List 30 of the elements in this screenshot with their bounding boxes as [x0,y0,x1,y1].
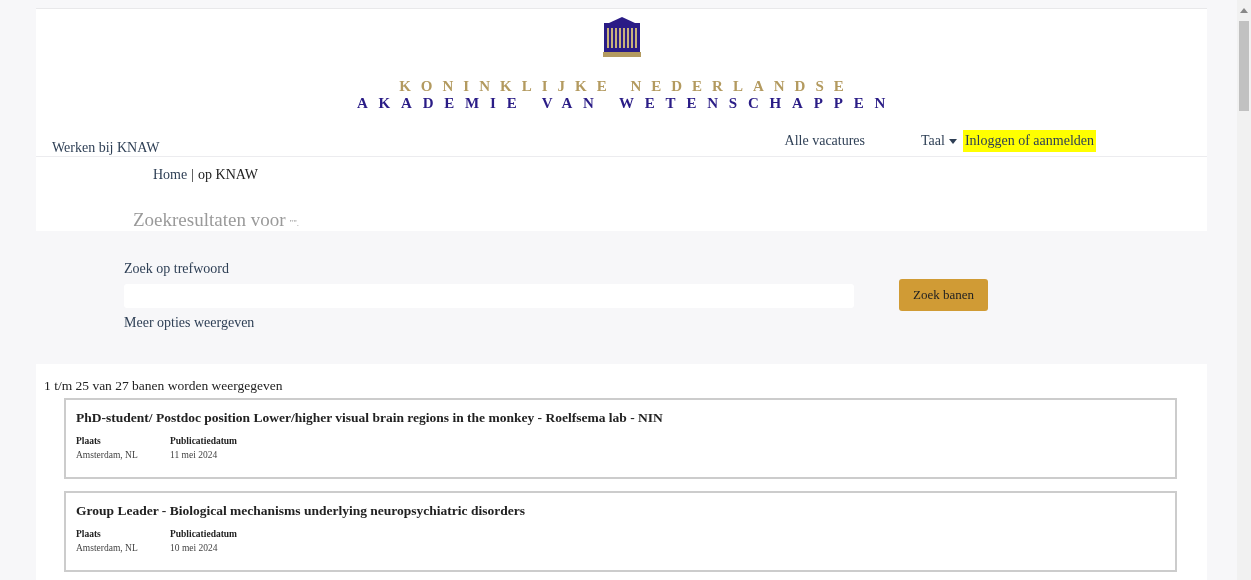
meta-label: Plaats [76,529,102,539]
results-count: 1 t/m 25 van 27 banen worden weergegeven [44,378,284,394]
job-card[interactable]: PhD-student/ Postdoc position Lower/higher visual brain regions in the monkey - Roelfsema lab - NIN Plaats Amsterdam, NL Publicatiedatum 11 mei 2024 [64,398,1177,479]
language-dropdown[interactable]: Taal [919,130,959,152]
scroll-up-icon[interactable] [1240,8,1248,13]
meta-label: Plaats [76,436,102,446]
field-label: Zoek op trefwoord [124,261,230,277]
job-date: 11 mei 2024 [170,450,219,460]
job-place: Amsterdam, NL [76,543,139,553]
building-logo-icon [600,15,643,58]
logo-text: KONINKLIJKE NEDERLANDSE [398,78,854,95]
login-link[interactable]: Inloggen of aanmelden [962,130,1096,152]
search-button[interactable]: Zoek banen [899,279,988,311]
breadcrumb-link[interactable]: Home [153,167,188,183]
job-card[interactable]: Group Leader - Biological mechanisms underlying neuropsychiatric disorders Plaats Amsterdam, NL Publicatiedatum 10 mei 2024 [64,491,1177,572]
job-date: 10 mei 2024 [170,543,219,553]
scrollbar[interactable] [1237,0,1251,580]
more-options-link[interactable]: Meer opties weergeven [124,315,854,331]
breadcrumb-current: op KNAW [198,167,258,183]
scroll-thumb[interactable] [1239,21,1249,111]
site-link[interactable]: Werken bij KNAW [52,140,160,156]
job-title[interactable]: PhD-student/ Postdoc position Lower/higher visual brain regions in the monkey - Roelfsema lab - NIN [76,410,1165,426]
job-title[interactable]: Group Leader - Biological mechanisms underlying neuropsychiatric disorders [76,503,1165,519]
logo-text: AKADEMIE VAN WETENSCHAPPEN [355,95,897,112]
nav-link[interactable]: Alle vacatures [782,130,868,152]
query-text: "". [289,218,300,228]
job-place: Amsterdam, NL [76,450,139,460]
results-heading: Zoekresultaten voor [133,209,286,231]
breadcrumb-separator: | [191,167,195,183]
caret-icon [948,138,957,144]
